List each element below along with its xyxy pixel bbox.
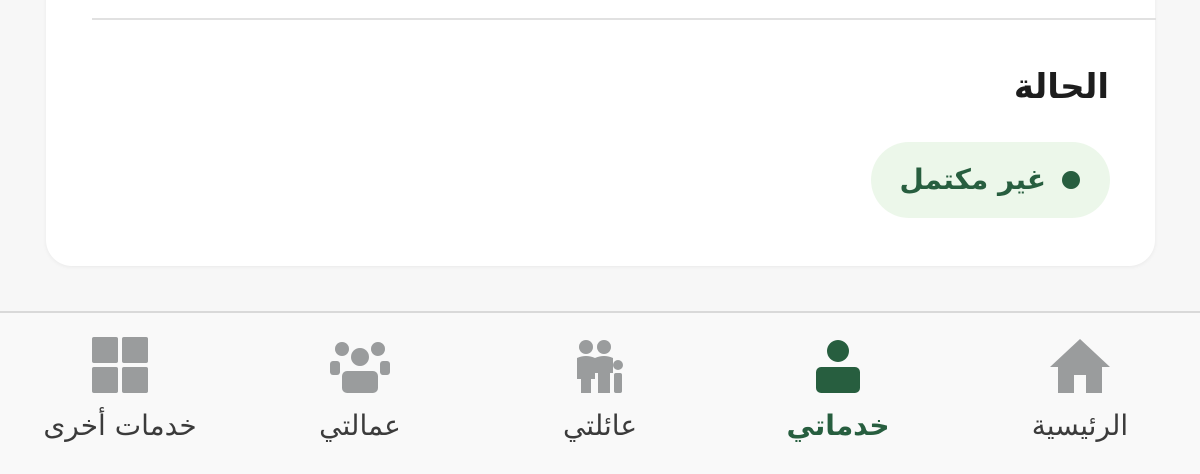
nav-label-my-services: خدماتي [786, 409, 890, 442]
nav-item-other-services[interactable]: خدمات أخرى [10, 313, 230, 474]
nav-item-my-services[interactable]: خدماتي [728, 313, 948, 474]
nav-label-home: الرئيسية [1031, 409, 1129, 442]
bottom-navigation-bar: الرئيسية خدماتي عائلتي عمالتي خدمات أخرى [0, 311, 1200, 474]
status-badge-text: غير مكتمل [899, 163, 1046, 196]
nav-label-my-workers: عمالتي [319, 409, 401, 442]
status-card: الحالة غير مكتمل [46, 0, 1156, 266]
nav-item-my-workers[interactable]: عمالتي [250, 313, 470, 474]
grid-icon [92, 337, 148, 393]
nav-label-other-services: خدمات أخرى [43, 409, 197, 442]
nav-item-my-family[interactable]: عائلتي [490, 313, 710, 474]
person-icon [816, 340, 860, 393]
nav-item-home[interactable]: الرئيسية [970, 313, 1190, 474]
divider [92, 18, 1156, 20]
status-section-title: الحالة [1013, 67, 1109, 107]
family-icon [577, 340, 623, 393]
home-icon [1050, 339, 1110, 393]
workers-icon [330, 342, 390, 393]
status-badge: غير مكتمل [871, 142, 1110, 218]
nav-label-my-family: عائلتي [562, 409, 638, 442]
status-dot-icon [1062, 171, 1080, 189]
